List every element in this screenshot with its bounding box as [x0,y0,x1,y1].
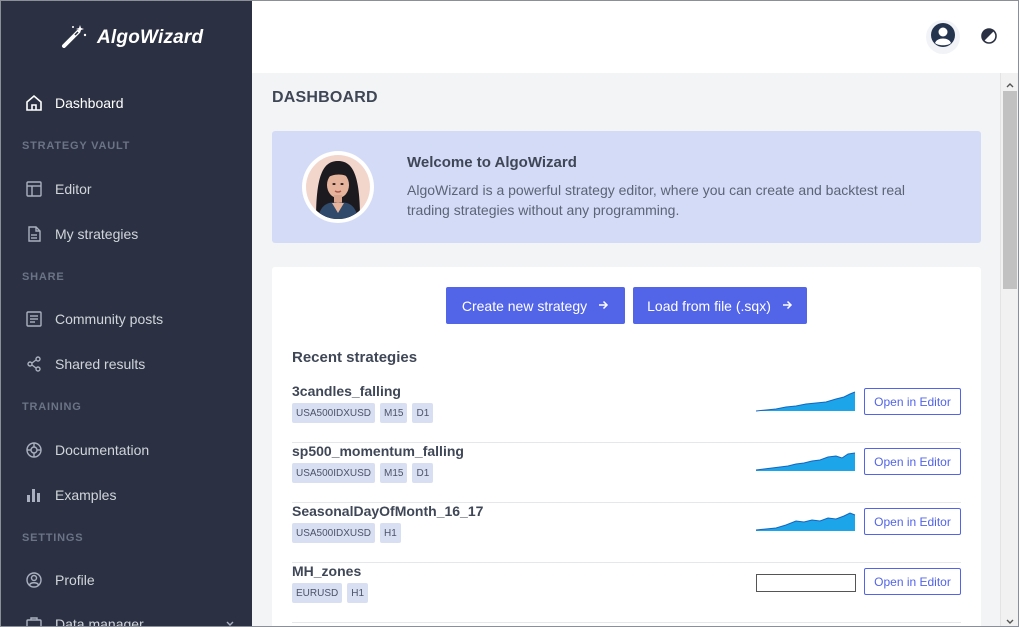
aperture-icon [25,441,43,459]
load-file-button[interactable]: Load from file (.sqx) [633,287,807,324]
load-file-label: Load from file (.sqx) [647,297,771,314]
strategy-row: SeasonalDayOfMonth_16_17 USA500IDXUSD H1… [292,503,961,563]
create-strategy-label: Create new strategy [461,297,588,314]
equity-sparkline [755,508,856,532]
scrollbar-thumb[interactable] [1003,91,1017,289]
strategy-row: MH_zones EURUSD H1 Open in Editor [292,563,961,623]
section-settings: SETTINGS [22,532,84,544]
home-icon [25,94,43,112]
sidebar-item-shared-results[interactable]: Shared results [25,352,235,376]
brand-name: AlgoWizard [97,27,204,48]
equity-sparkline-empty [756,568,856,592]
top-bar [252,1,1018,73]
create-strategy-button[interactable]: Create new strategy [446,287,625,324]
sidebar-item-label: Shared results [55,356,146,372]
timeframe-tag: D1 [412,403,434,423]
sidebar-item-data-manager[interactable]: Data manager [25,612,235,627]
sidebar-item-label: Documentation [55,442,150,458]
strategy-tags: EURUSD H1 [292,583,369,603]
strategy-tags: USA500IDXUSD H1 [292,523,401,543]
strategy-name: MH_zones [292,563,362,579]
wizard-avatar [302,151,374,223]
page-title: DASHBOARD [272,89,378,106]
sidebar-item-my-strategies[interactable]: My strategies [25,222,235,246]
strategy-tags: USA500IDXUSD M15 D1 [292,403,434,423]
section-strategy-vault: STRATEGY VAULT [22,140,131,152]
scroll-down-arrow-icon[interactable] [1005,614,1015,624]
magic-wand-icon [61,24,87,53]
equity-sparkline [755,448,856,472]
share-icon [25,355,43,373]
arrow-right-icon [597,298,609,314]
scroll-up-arrow-icon[interactable] [1005,77,1015,88]
section-training: TRAINING [22,401,82,413]
strategy-row: sp500_momentum_falling USA500IDXUSD M15 … [292,443,961,503]
posts-icon [25,310,43,328]
symbol-tag: EURUSD [292,583,343,603]
sidebar-item-label: Data manager [55,616,144,627]
sidebar-item-editor[interactable]: Editor [25,177,235,201]
strategy-name: sp500_momentum_falling [292,443,464,459]
sidebar-item-dashboard[interactable]: Dashboard [25,91,235,115]
timeframe-tag: M15 [380,403,408,423]
user-circle-icon [25,571,43,589]
strategy-row: 3candles_falling USA500IDXUSD M15 D1 Ope… [292,383,961,443]
document-icon [25,225,43,243]
contrast-icon [980,28,998,49]
timeframe-tag: D1 [412,463,434,483]
brand-logo[interactable]: AlgoWizard [61,23,203,53]
open-in-editor-button[interactable]: Open in Editor [864,568,961,595]
sidebar: AlgoWizard Dashboard STRATEGY VAULT Edit… [1,1,252,627]
open-in-editor-button[interactable]: Open in Editor [864,448,961,475]
sidebar-item-label: Dashboard [55,95,124,111]
sidebar-item-label: Examples [55,487,117,503]
main-content: DASHBOARD Welcome to AlgoWizard AlgoWiza… [252,73,1000,626]
strategy-name: 3candles_falling [292,383,401,399]
welcome-title: Welcome to AlgoWizard [407,154,577,171]
sidebar-item-documentation[interactable]: Documentation [25,438,235,462]
arrow-right-icon [781,298,793,314]
symbol-tag: USA500IDXUSD [292,463,376,483]
symbol-tag: USA500IDXUSD [292,403,376,423]
sidebar-item-label: Profile [55,572,95,588]
theme-toggle-button[interactable] [980,27,998,45]
sidebar-item-community-posts[interactable]: Community posts [25,307,235,331]
open-in-editor-button[interactable]: Open in Editor [864,508,961,535]
sidebar-item-label: Editor [55,181,92,197]
bar-chart-icon [25,486,43,504]
sidebar-item-label: My strategies [55,226,139,242]
briefcase-icon [25,615,43,626]
welcome-banner: Welcome to AlgoWizard AlgoWizard is a po… [272,131,981,243]
open-in-editor-button[interactable]: Open in Editor [864,388,961,415]
section-share: SHARE [22,271,65,283]
vertical-scrollbar[interactable] [1000,73,1018,626]
strategy-tags: USA500IDXUSD M15 D1 [292,463,434,483]
sidebar-item-examples[interactable]: Examples [25,483,235,507]
equity-sparkline [755,388,856,412]
user-avatar-icon [930,22,956,53]
strategies-card: Create new strategy Load from file (.sqx… [272,267,981,626]
layout-icon [25,180,43,198]
welcome-text: AlgoWizard is a powerful strategy editor… [407,182,906,218]
timeframe-tag: M15 [380,463,408,483]
app-window: AlgoWizard Dashboard STRATEGY VAULT Edit… [0,0,1019,627]
timeframe-tag: H1 [347,583,369,603]
timeframe-tag: H1 [380,523,401,543]
strategy-name: SeasonalDayOfMonth_16_17 [292,503,484,519]
chevron-down-icon [225,616,235,626]
sidebar-item-profile[interactable]: Profile [25,568,235,592]
user-account-button[interactable] [926,20,960,54]
recent-strategies-title: Recent strategies [292,349,418,366]
sidebar-item-label: Community posts [55,311,164,327]
symbol-tag: USA500IDXUSD [292,523,376,543]
